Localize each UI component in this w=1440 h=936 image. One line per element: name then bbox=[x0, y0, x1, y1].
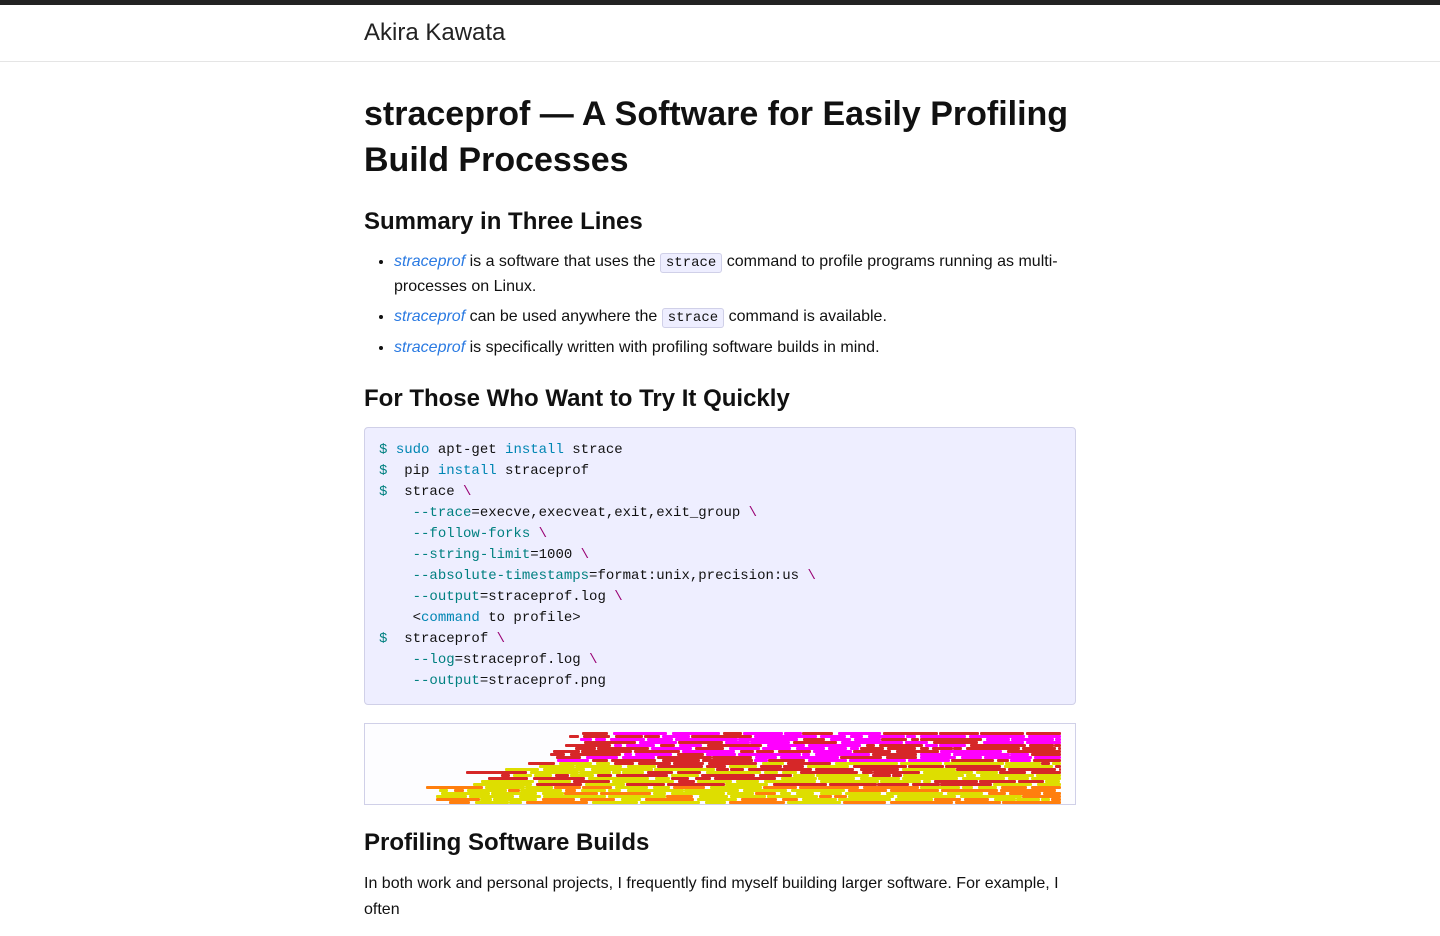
text bbox=[530, 526, 538, 542]
body-paragraph: In both work and personal projects, I fr… bbox=[364, 871, 1076, 922]
flag: --trace bbox=[413, 505, 472, 521]
text: = bbox=[455, 652, 463, 668]
line-continuation: \ bbox=[589, 652, 597, 668]
indent bbox=[379, 673, 413, 689]
flag: --log bbox=[413, 652, 455, 668]
line-continuation: \ bbox=[539, 526, 547, 542]
indent bbox=[379, 505, 413, 521]
indent: < bbox=[379, 610, 421, 626]
list-item: straceprof is a software that uses the s… bbox=[394, 250, 1076, 300]
text: pip bbox=[396, 463, 438, 479]
indent bbox=[379, 526, 413, 542]
flag: --output bbox=[413, 589, 480, 605]
straceprof-link[interactable]: straceprof bbox=[394, 308, 465, 325]
heading-profiling: Profiling Software Builds bbox=[364, 829, 1076, 857]
line-continuation: \ bbox=[463, 484, 471, 500]
text: strace bbox=[564, 442, 623, 458]
inline-code: strace bbox=[660, 253, 722, 273]
summary-list: straceprof is a software that uses the s… bbox=[364, 250, 1076, 361]
text: straceprof.log bbox=[488, 589, 614, 605]
text: command is available. bbox=[724, 308, 887, 325]
prompt: $ bbox=[379, 442, 396, 458]
text: = bbox=[480, 673, 488, 689]
text: straceprof bbox=[396, 631, 497, 647]
text: is a software that uses the bbox=[465, 253, 660, 270]
indent bbox=[379, 547, 413, 563]
text: format:unix,precision:us bbox=[597, 568, 807, 584]
prompt: $ bbox=[379, 463, 396, 479]
article: straceprof — A Software for Easily Profi… bbox=[364, 62, 1076, 922]
list-item: straceprof is specifically written with … bbox=[394, 336, 1076, 361]
token-install: install bbox=[438, 463, 497, 479]
flag: --string-limit bbox=[413, 547, 531, 563]
text: execve,execveat,exit,exit_group bbox=[480, 505, 749, 521]
flamegraph-image bbox=[364, 723, 1076, 805]
text: can be used anywhere the bbox=[465, 308, 662, 325]
indent bbox=[379, 568, 413, 584]
line-continuation: \ bbox=[749, 505, 757, 521]
inline-code: strace bbox=[662, 308, 724, 328]
token-command: command bbox=[421, 610, 480, 626]
text: strace bbox=[396, 484, 463, 500]
straceprof-link[interactable]: straceprof bbox=[394, 253, 465, 270]
indent bbox=[379, 652, 413, 668]
text: to profile> bbox=[480, 610, 581, 626]
flag: --output bbox=[413, 673, 480, 689]
text: straceprof.png bbox=[488, 673, 606, 689]
straceprof-link[interactable]: straceprof bbox=[394, 339, 465, 356]
line-continuation: \ bbox=[581, 547, 589, 563]
text: apt-get bbox=[429, 442, 505, 458]
prompt: $ bbox=[379, 631, 396, 647]
line-continuation: \ bbox=[497, 631, 505, 647]
flag: --absolute-timestamps bbox=[413, 568, 589, 584]
list-item: straceprof can be used anywhere the stra… bbox=[394, 305, 1076, 330]
text: = bbox=[471, 505, 479, 521]
token-install: install bbox=[505, 442, 564, 458]
site-header: Akira Kawata bbox=[0, 5, 1440, 62]
text: straceprof bbox=[497, 463, 589, 479]
site-title-link[interactable]: Akira Kawata bbox=[364, 19, 505, 46]
text: 1000 bbox=[539, 547, 581, 563]
prompt: $ bbox=[379, 484, 396, 500]
text: is specifically written with profiling s… bbox=[465, 339, 879, 356]
line-continuation: \ bbox=[614, 589, 622, 605]
heading-summary: Summary in Three Lines bbox=[364, 208, 1076, 236]
text: = bbox=[530, 547, 538, 563]
heading-quickstart: For Those Who Want to Try It Quickly bbox=[364, 385, 1076, 413]
indent bbox=[379, 589, 413, 605]
code-block: $ sudo apt-get install strace $ pip inst… bbox=[364, 427, 1076, 705]
text: straceprof.log bbox=[463, 652, 589, 668]
token-sudo: sudo bbox=[396, 442, 430, 458]
line-continuation: \ bbox=[808, 568, 816, 584]
flag: --follow-forks bbox=[413, 526, 531, 542]
page-title: straceprof — A Software for Easily Profi… bbox=[364, 92, 1076, 184]
text: = bbox=[480, 589, 488, 605]
